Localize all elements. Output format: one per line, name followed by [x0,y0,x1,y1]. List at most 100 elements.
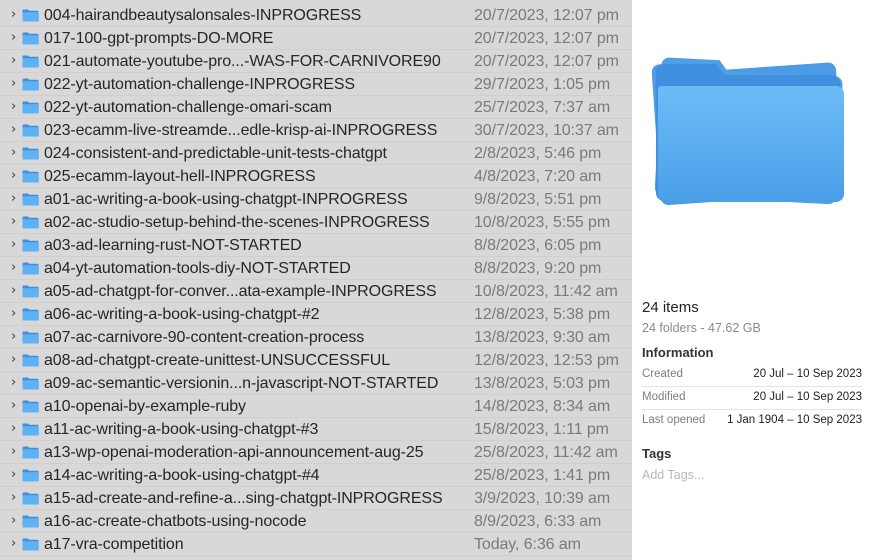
folder-date-modified: 15/8/2023, 1:11 pm [474,421,609,438]
chevron-right-icon[interactable]: › [11,468,21,481]
folder-name: 024-consistent-and-predictable-unit-test… [44,145,387,162]
folder-name: a07-ac-carnivore-90-content-creation-pro… [44,329,365,346]
folder-icon [22,9,39,22]
folder-name: a16-ac-create-chatbots-using-nocode [44,513,307,530]
folder-row[interactable]: › a11-ac-writing-a-book-using-chatgpt-#3 1… [0,418,632,441]
folder-name: a14-ac-writing-a-book-using-chatgpt-#4 [44,467,320,484]
folder-row[interactable]: › a10-openai-by-example-ruby 14/8/2023, 8:… [0,395,632,418]
chevron-right-icon[interactable]: › [11,399,21,412]
chevron-right-icon[interactable]: › [11,284,21,297]
chevron-right-icon[interactable]: › [11,100,21,113]
folder-row[interactable]: › 021-automate-youtube-pro...-WAS-FOR-CAR… [0,50,632,73]
folder-name: 017-100-gpt-prompts-DO-MORE [44,30,274,47]
folder-name: a01-ac-writing-a-book-using-chatgpt-INPR… [44,191,408,208]
folder-row[interactable]: › a04-yt-automation-tools-diy-NOT-STARTED… [0,257,632,280]
folder-icon [22,285,39,298]
folder-row[interactable]: › 022-yt-automation-challenge-omari-scam 2… [0,96,632,119]
folder-row[interactable]: › a09-ac-semantic-versionin...n-javascrip… [0,372,632,395]
chevron-right-icon[interactable]: › [11,8,21,21]
folder-row[interactable]: › a16-ac-create-chatbots-using-nocode 8/9/… [0,510,632,533]
folder-date-modified: 2/8/2023, 5:46 pm [474,145,602,162]
folder-date-modified: 29/7/2023, 1:05 pm [474,76,611,93]
chevron-right-icon[interactable]: › [11,422,21,435]
created-value: 20 Jul – 10 Sep 2023 [753,368,862,380]
folder-icon [22,101,39,114]
chevron-right-icon[interactable]: › [11,537,21,550]
folder-icon [22,354,39,367]
folder-row[interactable]: › a05-ad-chatgpt-for-conver...ata-example… [0,280,632,303]
folder-icon [22,78,39,91]
chevron-right-icon[interactable]: › [11,77,21,90]
info-panel: 24 items 24 folders - 47.62 GB Informati… [632,0,870,560]
folder-row[interactable]: › a07-ac-carnivore-90-content-creation-pr… [0,326,632,349]
chevron-right-icon[interactable]: › [11,514,21,527]
last-opened-label: Last opened [642,414,706,426]
folder-row[interactable]: › a01-ac-writing-a-book-using-chatgpt-INP… [0,188,632,211]
folder-name: 023-ecamm-live-streamde...edle-krisp-ai-… [44,122,438,139]
folder-date-modified: 25/8/2023, 11:42 am [474,444,618,461]
folder-row[interactable]: › a03-ad-learning-rust-NOT-STARTED 8/8/202… [0,234,632,257]
folder-icon [22,216,39,229]
chevron-right-icon[interactable]: › [11,330,21,343]
chevron-right-icon[interactable]: › [11,54,21,67]
chevron-right-icon[interactable]: › [11,307,21,320]
items-count: 24 items [642,299,699,316]
chevron-right-icon[interactable]: › [11,192,21,205]
chevron-right-icon[interactable]: › [11,376,21,389]
chevron-right-icon[interactable]: › [11,238,21,251]
chevron-right-icon[interactable]: › [11,491,21,504]
folder-date-modified: 9/8/2023, 5:51 pm [474,191,602,208]
folder-icon [22,147,39,160]
folder-row[interactable]: › a14-ac-writing-a-book-using-chatgpt-#4 2… [0,464,632,487]
folder-row[interactable]: › 022-yt-automation-challenge-INPROGRESS 2… [0,73,632,96]
last-opened-value: 1 Jan 1904 – 10 Sep 2023 [727,414,862,426]
folder-name: 021-automate-youtube-pro...-WAS-FOR-CARN… [44,53,441,70]
chevron-right-icon[interactable]: › [11,169,21,182]
folder-date-modified: 13/8/2023, 9:30 am [474,329,611,346]
folder-date-modified: 20/7/2023, 12:07 pm [474,7,619,24]
chevron-right-icon[interactable]: › [11,31,21,44]
folder-row[interactable]: › a08-ad-chatgpt-create-unittest-UNSUCCES… [0,349,632,372]
chevron-right-icon[interactable]: › [11,215,21,228]
folder-row[interactable]: › a17-vra-competition Today, 6:36 am [0,533,632,556]
folder-icon [22,170,39,183]
add-tags-field[interactable]: Add Tags... [642,468,704,482]
folder-row[interactable]: › a06-ac-writing-a-book-using-chatgpt-#2 1… [0,303,632,326]
chevron-right-icon[interactable]: › [11,445,21,458]
folder-row[interactable]: › 017-100-gpt-prompts-DO-MORE 20/7/2023, 1… [0,27,632,50]
folder-date-modified: Today, 6:36 am [474,536,581,553]
folder-name: a03-ad-learning-rust-NOT-STARTED [44,237,302,254]
folder-date-modified: 12/8/2023, 5:38 pm [474,306,611,323]
folder-icon [22,377,39,390]
folder-row[interactable]: › 025-ecamm-layout-hell-INPROGRESS 4/8/202… [0,165,632,188]
folder-row[interactable]: › 024-consistent-and-predictable-unit-tes… [0,142,632,165]
folder-row[interactable]: › a02-ac-studio-setup-behind-the-scenes-I… [0,211,632,234]
folder-date-modified: 12/8/2023, 12:53 pm [474,352,619,369]
chevron-right-icon[interactable]: › [11,261,21,274]
folder-name: 004-hairandbeautysalonsales-INPROGRESS [44,7,362,24]
folder-icon [22,124,39,137]
folder-icon [22,331,39,344]
folder-row[interactable]: › 023-ecamm-live-streamde...edle-krisp-ai… [0,119,632,142]
chevron-right-icon[interactable]: › [11,146,21,159]
folder-icon [22,262,39,275]
folder-preview-icon [652,57,845,205]
folder-icon [22,492,39,505]
folder-date-modified: 8/9/2023, 6:33 am [474,513,602,530]
folder-icon [22,400,39,413]
folder-row[interactable]: › 004-hairandbeautysalonsales-INPROGRESS 2… [0,4,632,27]
file-list: › 004-hairandbeautysalonsales-INPROGRESS 2… [0,0,632,560]
last-opened-row: Last opened 1 Jan 1904 – 10 Sep 2023 [642,410,862,433]
modified-row: Modified 20 Jul – 10 Sep 2023 [642,387,862,410]
folder-row[interactable]: › a15-ad-create-and-refine-a...sing-chatg… [0,487,632,510]
created-row: Created 20 Jul – 10 Sep 2023 [642,364,862,387]
folder-date-modified: 20/7/2023, 12:07 pm [474,30,619,47]
folder-name: a15-ad-create-and-refine-a...sing-chatgp… [44,490,443,507]
folder-icon [22,538,39,551]
chevron-right-icon[interactable]: › [11,353,21,366]
folder-name: 022-yt-automation-challenge-INPROGRESS [44,76,356,93]
folder-row[interactable]: › a13-wp-openai-moderation-api-announceme… [0,441,632,464]
chevron-right-icon[interactable]: › [11,123,21,136]
folder-icon [22,423,39,436]
folder-icon [22,193,39,206]
